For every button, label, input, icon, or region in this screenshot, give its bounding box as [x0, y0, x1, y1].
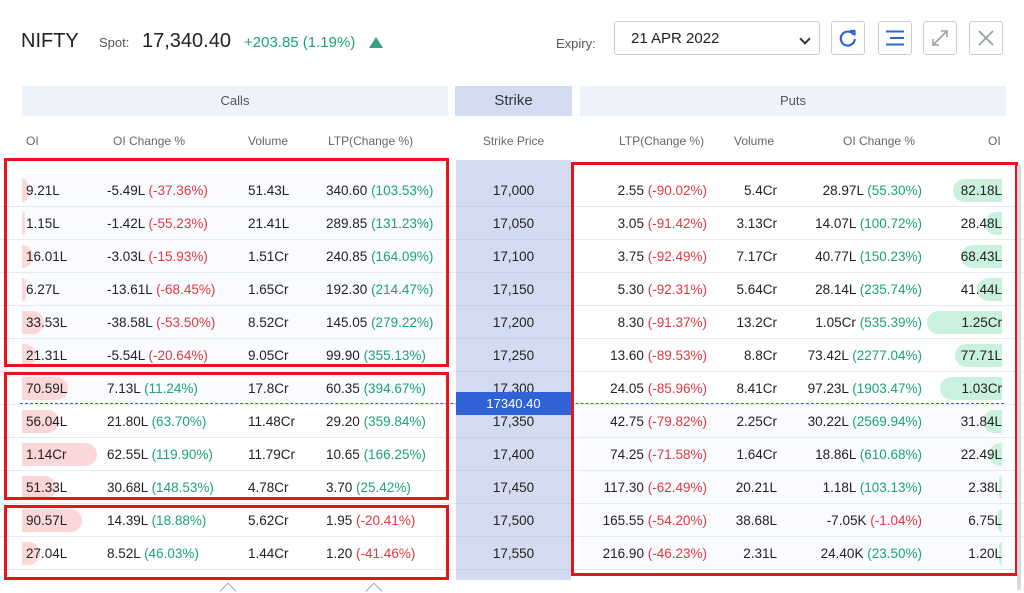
spot-price-marker: 17340.40	[456, 392, 571, 415]
strike-price: 17,150	[492, 282, 535, 297]
strike-price: 17,500	[492, 513, 535, 528]
close-button[interactable]	[969, 21, 1003, 55]
strike-price: 17,350	[492, 414, 535, 429]
strike-price: 17,100	[492, 249, 535, 264]
col-calls-ltp[interactable]: LTP(Change %)	[328, 134, 413, 148]
up-arrow-icon	[369, 37, 383, 48]
refresh-button[interactable]	[831, 21, 865, 55]
col-puts-ltp[interactable]: LTP(Change %)	[619, 134, 704, 148]
scroll-up-caret-icon	[219, 582, 237, 593]
puts-section-header: Puts	[580, 86, 1006, 116]
strike-price: 17,550	[492, 546, 535, 561]
expand-button[interactable]	[923, 21, 957, 55]
strike-price: 17,250	[492, 348, 535, 363]
col-strike-price[interactable]: Strike Price	[456, 134, 571, 148]
vertical-scrollbar[interactable]	[1017, 165, 1021, 590]
col-calls-oi[interactable]: OI	[26, 134, 39, 148]
col-calls-oi-change[interactable]: OI Change %	[113, 134, 185, 148]
scroll-up-caret-icon	[365, 582, 383, 593]
highlight-box-calls-upper	[4, 158, 449, 367]
calls-section-header: Calls	[22, 86, 448, 116]
spot-value: 17,340.40	[142, 30, 231, 52]
spot-label: Spot:	[99, 35, 130, 50]
expiry-value: 21 APR 2022	[631, 30, 720, 47]
strike-price: 17,450	[492, 480, 535, 495]
menu-button[interactable]	[878, 21, 912, 55]
expiry-label: Expiry:	[556, 36, 596, 51]
highlight-box-calls-lower	[4, 505, 449, 580]
col-puts-oi-change[interactable]: OI Change %	[843, 134, 915, 148]
expand-icon	[932, 30, 948, 46]
highlight-box-calls-middle	[4, 372, 449, 500]
chevron-down-icon	[799, 33, 811, 45]
strike-price: 17,200	[492, 315, 535, 330]
row-divider	[456, 569, 571, 570]
strike-price: 17,000	[492, 183, 535, 198]
spot-change: +203.85 (1.19%)	[244, 34, 356, 51]
refresh-icon	[839, 29, 856, 47]
col-puts-oi[interactable]: OI	[988, 134, 1001, 148]
col-puts-volume[interactable]: Volume	[734, 134, 774, 148]
strike-price: 17,050	[492, 216, 535, 231]
menu-lines-icon	[886, 30, 904, 46]
symbol-name: NIFTY	[21, 30, 79, 52]
option-chain-header: NIFTY Spot: 17,340.40 +203.85 (1.19%) Ex…	[0, 0, 1024, 80]
expiry-select[interactable]: 21 APR 2022	[614, 21, 820, 55]
col-calls-volume[interactable]: Volume	[248, 134, 288, 148]
close-icon	[978, 30, 994, 46]
strike-section-header: Strike	[455, 86, 572, 116]
highlight-box-puts	[571, 162, 1018, 576]
strike-price: 17,400	[492, 447, 535, 462]
